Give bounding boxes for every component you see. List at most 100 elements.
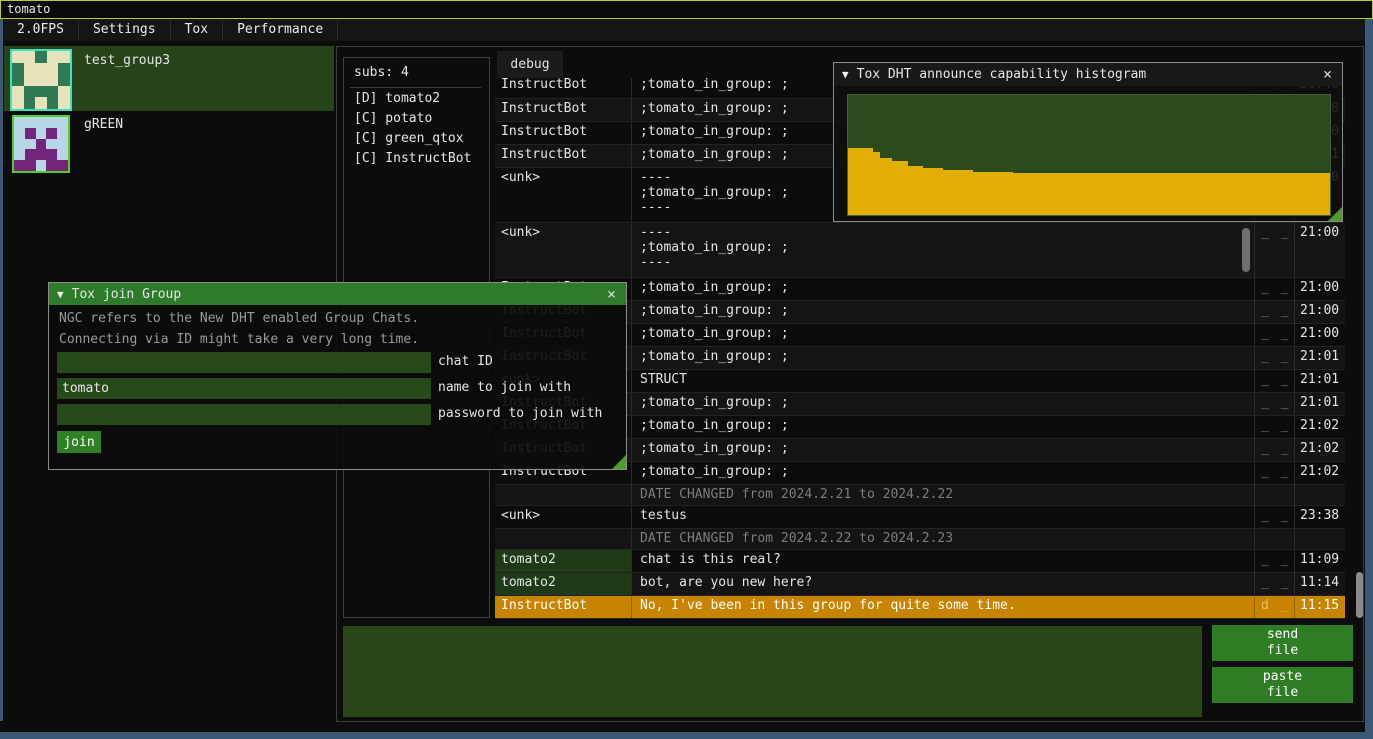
message-row[interactable]: <unk>testus_ _23:38 bbox=[495, 506, 1345, 529]
collapse-arrow-icon[interactable]: ▼ bbox=[57, 288, 64, 301]
join-password-input[interactable] bbox=[57, 404, 431, 425]
members-header: subs: 4 bbox=[354, 65, 409, 80]
close-icon[interactable]: × bbox=[1321, 67, 1334, 82]
message-timestamp: 11:15 bbox=[1295, 596, 1345, 618]
message-sender: InstructBot bbox=[495, 145, 632, 167]
message-row[interactable]: tomato2chat is this real?_ _11:09 bbox=[495, 550, 1345, 573]
group-list-item-test_group3[interactable]: test_group3 bbox=[4, 46, 334, 111]
histogram-bar-segment bbox=[908, 166, 923, 215]
message-text: STRUCT bbox=[632, 370, 1255, 392]
message-timestamp: 21:00 bbox=[1295, 223, 1345, 277]
window-frame-left bbox=[0, 0, 3, 721]
message-text: ;tomato_in_group: ; bbox=[632, 393, 1255, 415]
message-status-flags: _ _ bbox=[1255, 393, 1295, 415]
close-icon[interactable]: × bbox=[605, 287, 618, 302]
member-item-InstructBot[interactable]: [C] InstructBot bbox=[354, 151, 471, 166]
message-status-flags: _ _ bbox=[1255, 223, 1295, 277]
join-name-label: name to join with bbox=[438, 380, 571, 395]
menu-item-settings[interactable]: Settings bbox=[79, 19, 170, 41]
chat-scrollbar-handle[interactable] bbox=[1356, 572, 1363, 618]
collapse-arrow-icon[interactable]: ▼ bbox=[842, 68, 849, 81]
menu-item-tox[interactable]: Tox bbox=[171, 19, 222, 41]
message-text: chat is this real? bbox=[632, 550, 1255, 572]
members-separator bbox=[350, 87, 481, 88]
message-timestamp: 21:00 bbox=[1295, 324, 1345, 346]
message-status-flags bbox=[1255, 485, 1295, 505]
message-text: bot, are you new here? bbox=[632, 573, 1255, 595]
member-item-tomato2[interactable]: [D] tomato2 bbox=[354, 91, 440, 106]
message-row[interactable]: <unk>---- ;tomato_in_group: ; ----_ _21:… bbox=[495, 223, 1345, 278]
message-input[interactable] bbox=[343, 626, 1202, 717]
member-item-potato[interactable]: [C] potato bbox=[354, 111, 432, 126]
tab-debug[interactable]: debug bbox=[497, 51, 563, 78]
date-changed-text: DATE CHANGED from 2024.2.22 to 2024.2.23 bbox=[632, 529, 1255, 549]
message-text: ;tomato_in_group: ; bbox=[632, 439, 1255, 461]
message-status-flags: _ _ bbox=[1255, 439, 1295, 461]
message-timestamp: 21:01 bbox=[1295, 370, 1345, 392]
message-timestamp: 21:01 bbox=[1295, 347, 1345, 369]
message-timestamp: 21:00 bbox=[1295, 301, 1345, 323]
join-info-line: NGC refers to the New DHT enabled Group … bbox=[59, 311, 419, 326]
histogram-bar-segment bbox=[873, 152, 880, 215]
group-avatar bbox=[12, 115, 70, 173]
join-name-input[interactable] bbox=[57, 378, 431, 399]
message-timestamp: 21:02 bbox=[1295, 439, 1345, 461]
message-text: ---- ;tomato_in_group: ; ---- bbox=[632, 223, 1255, 277]
group-avatar bbox=[10, 49, 72, 111]
message-text: ;tomato_in_group: ; bbox=[632, 301, 1255, 323]
message-sender: <unk> bbox=[495, 168, 632, 222]
message-sender bbox=[495, 529, 632, 549]
message-row[interactable]: tomato2bot, are you new here?_ _11:14 bbox=[495, 573, 1345, 596]
message-status-flags: _ _ bbox=[1255, 324, 1295, 346]
resize-grip[interactable] bbox=[612, 455, 626, 469]
join-group-title: Tox join Group bbox=[72, 287, 597, 302]
app-window: tomato 2.0FPS Settings Tox Performance t… bbox=[0, 0, 1373, 739]
chat-id-input[interactable] bbox=[57, 352, 431, 373]
dht-histogram-titlebar[interactable]: ▼ Tox DHT announce capability histogram … bbox=[834, 63, 1342, 86]
message-status-flags bbox=[1255, 529, 1295, 549]
message-text: testus bbox=[632, 506, 1255, 528]
message-text: ;tomato_in_group: ; bbox=[632, 416, 1255, 438]
member-item-green_qtox[interactable]: [C] green_qtox bbox=[354, 131, 464, 146]
group-name: gREEN bbox=[84, 117, 123, 132]
group-list-item-gREEN[interactable]: gREEN bbox=[4, 112, 334, 176]
message-sender: tomato2 bbox=[495, 550, 632, 572]
message-status-flags: _ _ bbox=[1255, 370, 1295, 392]
message-cell-scrollbar-handle[interactable] bbox=[1242, 228, 1250, 272]
histogram-bar-segment bbox=[1013, 173, 1331, 215]
join-button[interactable]: join bbox=[57, 431, 101, 453]
menu-item-performance[interactable]: Performance bbox=[223, 19, 337, 41]
chat-id-label: chat ID bbox=[438, 354, 493, 369]
message-sender: InstructBot bbox=[495, 122, 632, 144]
chat-scrollbar[interactable] bbox=[1356, 47, 1364, 721]
message-text: ;tomato_in_group: ; bbox=[632, 462, 1255, 484]
message-timestamp: 21:01 bbox=[1295, 393, 1345, 415]
histogram-bar-segment bbox=[848, 148, 873, 215]
fps-counter: 2.0FPS bbox=[3, 19, 78, 41]
histogram-bar-segment bbox=[892, 161, 908, 215]
dht-histogram-plot bbox=[847, 94, 1331, 216]
send-file-button[interactable]: send file bbox=[1212, 625, 1353, 661]
message-cell-scrollbar[interactable] bbox=[1241, 224, 1251, 275]
message-timestamp bbox=[1295, 485, 1345, 505]
message-row[interactable]: InstructBotNo, I've been in this group f… bbox=[495, 596, 1345, 619]
message-status-flags: _ _ bbox=[1255, 347, 1295, 369]
menu-separator bbox=[337, 21, 338, 39]
message-timestamp: 11:14 bbox=[1295, 573, 1345, 595]
message-status-flags: _ _ bbox=[1255, 416, 1295, 438]
message-timestamp: 21:02 bbox=[1295, 416, 1345, 438]
date-separator-row: DATE CHANGED from 2024.2.22 to 2024.2.23 bbox=[495, 529, 1345, 550]
resize-grip[interactable] bbox=[1328, 207, 1342, 221]
message-text: ;tomato_in_group: ; bbox=[632, 324, 1255, 346]
message-status-flags: _ _ bbox=[1255, 550, 1295, 572]
os-title-bar[interactable]: tomato bbox=[0, 0, 1373, 19]
message-status-flags: _ _ bbox=[1255, 506, 1295, 528]
paste-file-button[interactable]: paste file bbox=[1212, 667, 1353, 703]
join-group-titlebar[interactable]: ▼ Tox join Group × bbox=[49, 283, 626, 305]
date-separator-row: DATE CHANGED from 2024.2.21 to 2024.2.22 bbox=[495, 485, 1345, 506]
message-timestamp: 23:38 bbox=[1295, 506, 1345, 528]
message-timestamp bbox=[1295, 529, 1345, 549]
message-status-flags: _ _ bbox=[1255, 573, 1295, 595]
histogram-bar-segment bbox=[880, 158, 892, 215]
message-timestamp: 21:00 bbox=[1295, 278, 1345, 300]
